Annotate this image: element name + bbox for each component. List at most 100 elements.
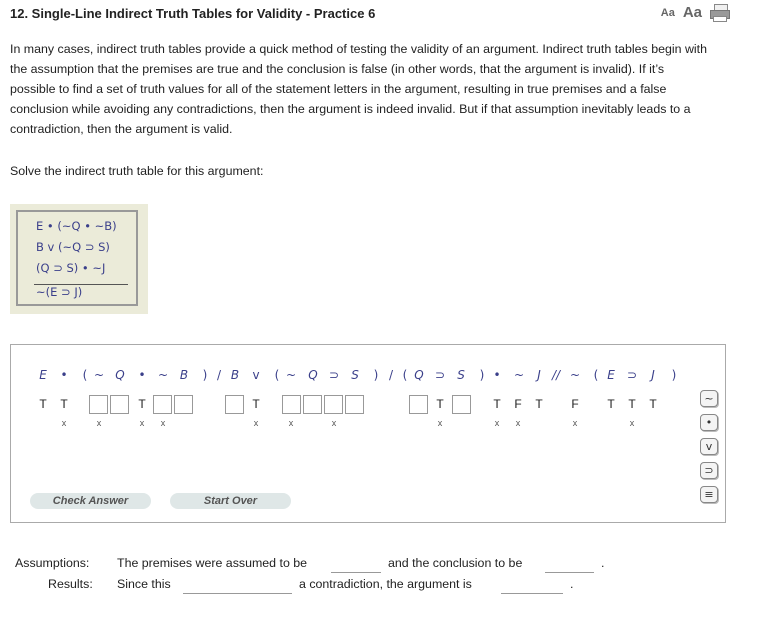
truth-value: T [138, 397, 146, 411]
truth-table-panel: E • ( ~ Q • ~ B ) / B v ( ~ Q ⊃ S ) / ( … [10, 344, 726, 523]
truth-value: T [252, 397, 260, 411]
insert-horseshoe-button[interactable]: ⊃ [700, 462, 718, 479]
symbol-horseshoe: ⊃ [434, 368, 446, 382]
page-title: 12. Single-Line Indirect Truth Tables fo… [10, 6, 376, 21]
symbol-rparen: ) [202, 368, 208, 382]
symbol-slash: / [216, 368, 222, 382]
symbol-Q: Q [115, 368, 125, 382]
symbol-S: S [351, 368, 359, 382]
truth-value: F [514, 397, 522, 411]
start-over-button[interactable]: Start Over [170, 493, 291, 509]
symbol-lparen: ( [593, 368, 599, 382]
x-mark: x [160, 418, 166, 428]
symbol-tilde: ~ [513, 368, 525, 382]
results-text-1: Since this [117, 577, 171, 591]
truth-value: T [39, 397, 47, 411]
validity-dropdown[interactable] [501, 593, 563, 594]
truth-cell-input[interactable] [303, 395, 322, 414]
truth-cell-input[interactable] [89, 395, 108, 414]
truth-cell-input[interactable] [282, 395, 301, 414]
symbol-tilde: ~ [569, 368, 581, 382]
symbol-E: E [39, 368, 47, 382]
insert-triple-bar-button[interactable]: ≡ [700, 486, 718, 503]
symbol-J: J [537, 368, 541, 382]
x-mark: x [253, 418, 259, 428]
symbol-dot: • [138, 368, 146, 382]
symbol-J: J [651, 368, 655, 382]
instructions-paragraph: In many cases, indirect truth tables pro… [10, 42, 708, 136]
symbol-E: E [607, 368, 615, 382]
truth-value: T [649, 397, 657, 411]
x-mark: x [61, 418, 67, 428]
symbol-tilde: ~ [285, 368, 297, 382]
symbol-horseshoe: ⊃ [328, 368, 340, 382]
check-answer-button[interactable]: Check Answer [30, 493, 151, 509]
symbol-lparen: ( [274, 368, 280, 382]
symbol-rparen: ) [671, 368, 677, 382]
truth-cell-input[interactable] [345, 395, 364, 414]
symbol-horseshoe: ⊃ [626, 368, 638, 382]
x-mark: x [572, 418, 578, 428]
argument-box: E • (~Q • ~B) B v (~Q ⊃ S) (Q ⊃ S) • ~J … [10, 204, 148, 314]
results-text-2: a contradiction, the argument is [299, 577, 472, 591]
truth-value: T [60, 397, 68, 411]
conclusion-assumed-dropdown[interactable] [545, 572, 594, 573]
assumptions-text-1: The premises were assumed to be [117, 556, 308, 570]
print-icon[interactable] [710, 4, 730, 22]
page-header: 12. Single-Line Indirect Truth Tables fo… [10, 4, 730, 24]
results-period: . [570, 577, 574, 591]
x-mark: x [437, 418, 443, 428]
symbol-Q: Q [414, 368, 424, 382]
insert-wedge-button[interactable]: v [700, 438, 718, 455]
premises-assumed-dropdown[interactable] [331, 572, 381, 573]
x-mark: x [515, 418, 521, 428]
insert-dot-button[interactable]: • [700, 414, 718, 431]
increase-font-button[interactable]: Aa [683, 4, 702, 21]
solve-prompt: Solve the indirect truth table for this … [10, 164, 264, 178]
symbol-B: B [179, 368, 189, 382]
font-size-controls: Aa Aa [661, 4, 730, 22]
truth-cell-input[interactable] [110, 395, 129, 414]
premise-2: B v (~Q ⊃ S) [36, 240, 110, 254]
truth-value: T [535, 397, 543, 411]
truth-value: T [628, 397, 636, 411]
assumptions-label: Assumptions: [15, 556, 90, 570]
symbol-double-slash: // [551, 368, 561, 382]
premise-1: E • (~Q • ~B) [36, 219, 117, 233]
x-mark: x [139, 418, 145, 428]
symbol-rparen: ) [373, 368, 379, 382]
symbol-S: S [457, 368, 465, 382]
x-mark: x [494, 418, 500, 428]
symbol-B: B [230, 368, 240, 382]
argument-frame: E • (~Q • ~B) B v (~Q ⊃ S) (Q ⊃ S) • ~J … [16, 210, 138, 306]
symbol-slash: / [388, 368, 394, 382]
assumptions-text-2: and the conclusion to be [388, 556, 523, 570]
truth-cell-input[interactable] [452, 395, 471, 414]
symbol-tilde: ~ [93, 368, 105, 382]
symbol-lparen: ( [82, 368, 88, 382]
truth-value: T [436, 397, 444, 411]
contradiction-dropdown[interactable] [183, 593, 292, 594]
symbol-dot: • [493, 368, 501, 382]
results-label: Results: [48, 577, 93, 591]
x-mark: x [629, 418, 635, 428]
symbol-dot: • [60, 368, 68, 382]
symbol-rparen: ) [479, 368, 485, 382]
insert-tilde-button[interactable]: ~ [700, 390, 718, 407]
decrease-font-button[interactable]: Aa [661, 7, 675, 19]
truth-cell-input[interactable] [409, 395, 428, 414]
x-mark: x [96, 418, 102, 428]
x-mark: x [331, 418, 337, 428]
symbol-tilde: ~ [157, 368, 169, 382]
truth-cell-input[interactable] [324, 395, 343, 414]
symbol-lparen: ( [402, 368, 408, 382]
symbol-Q: Q [308, 368, 318, 382]
truth-value: F [571, 397, 579, 411]
truth-cell-input[interactable] [174, 395, 193, 414]
x-mark: x [288, 418, 294, 428]
conclusion: ~(E ⊃ J) [36, 285, 83, 299]
assumptions-period: . [601, 556, 605, 570]
truth-cell-input[interactable] [225, 395, 244, 414]
truth-cell-input[interactable] [153, 395, 172, 414]
truth-value: T [607, 397, 615, 411]
